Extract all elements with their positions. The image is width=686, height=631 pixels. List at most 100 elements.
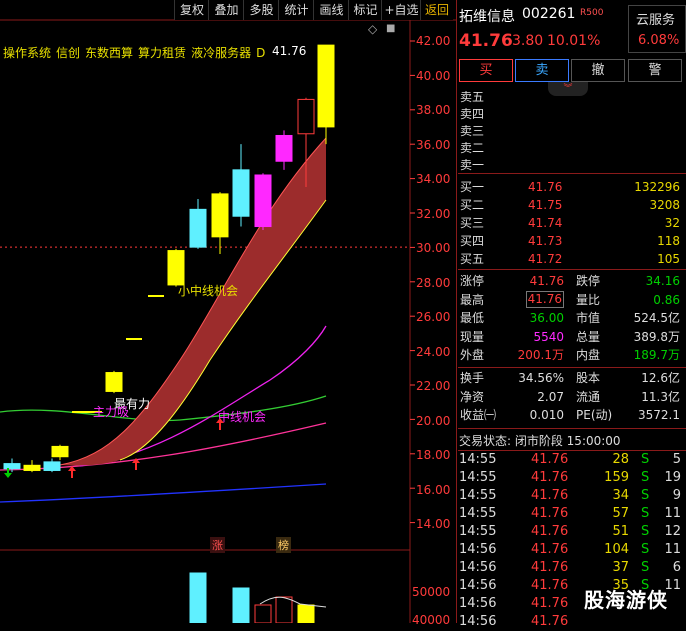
stat-label: 涨停 [460, 274, 485, 288]
stat-label: 内盘 [576, 348, 601, 362]
stat-value: 0.86 [653, 292, 680, 307]
bid-price: 41.75 [528, 198, 563, 212]
stat-label: 最高 [460, 292, 485, 307]
candle-body [254, 174, 272, 228]
divider [458, 428, 686, 429]
price-axis-label: 30.00 [416, 241, 451, 255]
concept-tag[interactable]: 信创 [56, 46, 80, 60]
ask-label: 卖三 [460, 124, 485, 138]
ask-row: 卖三 [458, 122, 686, 140]
stat-label: PE(动) [576, 408, 613, 422]
stat-value: 524.5亿 [633, 311, 680, 325]
tick-volume: 28 [612, 452, 629, 467]
stat-value: 3572.1 [638, 408, 680, 422]
stat-label: 最低 [460, 311, 485, 325]
stat-label: 收益㈠ [460, 408, 497, 422]
candle-body [211, 193, 229, 238]
stat-value: 389.8万 [633, 329, 680, 344]
volume-bar [232, 587, 250, 623]
tick-row: 14:56 41.76 37 S 6 [459, 559, 686, 577]
toolbar-button-5[interactable]: 标记 [348, 0, 382, 20]
tick-time: 14:55 [459, 470, 497, 485]
watermark: 股海游侠 [584, 588, 668, 612]
ask-row: 卖二 [458, 139, 686, 157]
candle-body [43, 461, 61, 471]
action-button-2[interactable]: 撤 [571, 59, 625, 82]
tick-volume: 51 [612, 524, 629, 539]
toolbar-button-0[interactable]: 复权 [174, 0, 209, 20]
stock-badge: R500 [580, 8, 604, 18]
stat-value: 2.07 [537, 389, 564, 404]
ask-label: 卖四 [460, 107, 485, 121]
toolbar-button-3[interactable]: 统计 [278, 0, 314, 20]
price-axis-label: 38.00 [416, 103, 451, 117]
bid-row: 买二 41.75 3208 [458, 196, 686, 214]
bid-label: 买一 [460, 180, 485, 194]
candle-body [3, 463, 21, 470]
current-price: 41.76 [459, 31, 513, 51]
price-axis-label: 24.00 [416, 344, 451, 359]
volume-bar [189, 572, 207, 623]
concept-tag[interactable]: 操作系统 [3, 46, 51, 60]
concept-tag[interactable]: 算力租赁 [138, 46, 186, 60]
concept-tag[interactable]: 东数西算 [85, 46, 133, 60]
toolbar-button-4[interactable]: 画线 [313, 0, 349, 20]
action-button-3[interactable]: 警 [628, 59, 682, 82]
tick-side: S [641, 488, 650, 503]
toolbar-button-6[interactable]: +自选 [381, 0, 421, 20]
kline-chart[interactable] [0, 0, 456, 623]
tick-row: 14:55 41.76 57 S 11 [459, 505, 686, 523]
tick-price: 41.76 [531, 470, 569, 485]
tick-time: 14:55 [459, 452, 497, 467]
price-axis-label: 32.00 [416, 206, 451, 221]
price-axis-label: 16.00 [416, 482, 451, 497]
toolbar-button-7[interactable]: 返回 [420, 0, 453, 20]
tick-count: 5 [672, 452, 681, 467]
price-axis-label: 14.00 [416, 517, 451, 531]
bid-row: 买三 41.74 32 [458, 214, 686, 232]
bid-price: 41.73 [528, 234, 563, 248]
tick-row: 14:55 41.76 159 S 19 [459, 469, 686, 487]
tick-row: 14:55 41.76 34 S 9 [459, 487, 686, 505]
tick-count: 6 [672, 560, 681, 575]
tick-time: 14:56 [459, 596, 497, 611]
stat-label: 换手 [460, 371, 485, 385]
action-button-1[interactable]: 卖 [515, 59, 569, 82]
tick-time: 14:55 [459, 488, 497, 503]
bid-label: 买三 [460, 216, 485, 230]
tick-time: 14:56 [459, 614, 497, 629]
up-arrow-icon [68, 466, 76, 478]
expand-icon[interactable]: ■ [386, 23, 395, 34]
toolbar-button-1[interactable]: 叠加 [208, 0, 244, 20]
action-button-0[interactable]: 买 [459, 59, 513, 82]
concept-tag[interactable]: 液冷服务器 [191, 46, 251, 60]
candle-body [317, 44, 335, 128]
price-axis-label: 42.00 [416, 34, 451, 48]
tick-time: 14:56 [459, 560, 497, 575]
annotation-mid-chance: 中线机会 [218, 410, 267, 424]
bid-row: 买五 41.72 105 [458, 250, 686, 268]
bid-volume: 105 [657, 252, 680, 266]
ask-label: 卖五 [460, 90, 485, 104]
bid-label: 买四 [460, 234, 485, 248]
volume-bar [275, 596, 293, 623]
stat-label: 外盘 [460, 348, 485, 362]
candle-body [232, 169, 250, 217]
stat-row: 收益㈠ 0.010 PE(动) 3572.1 [458, 406, 686, 424]
tick-price: 41.76 [531, 524, 569, 539]
price-axis-label: 28.00 [416, 275, 451, 290]
ask-row: 卖一 [458, 156, 686, 174]
ask-row: 卖四 [458, 105, 686, 123]
concept-tag[interactable]: D [256, 46, 265, 60]
ask-row: 卖五 [458, 88, 686, 106]
stat-value: 41.76 [529, 274, 564, 288]
tick-count: 11 [664, 506, 681, 521]
candle-body [105, 372, 123, 392]
stat-value: 36.00 [529, 311, 564, 325]
sector-pct: 6.08% [638, 33, 680, 48]
candle-body [275, 134, 293, 162]
diamond-icon[interactable]: ◇ [368, 22, 377, 36]
toolbar-button-2[interactable]: 多股 [243, 0, 279, 20]
tick-price: 41.76 [531, 506, 569, 521]
tick-volume: 57 [612, 506, 629, 521]
